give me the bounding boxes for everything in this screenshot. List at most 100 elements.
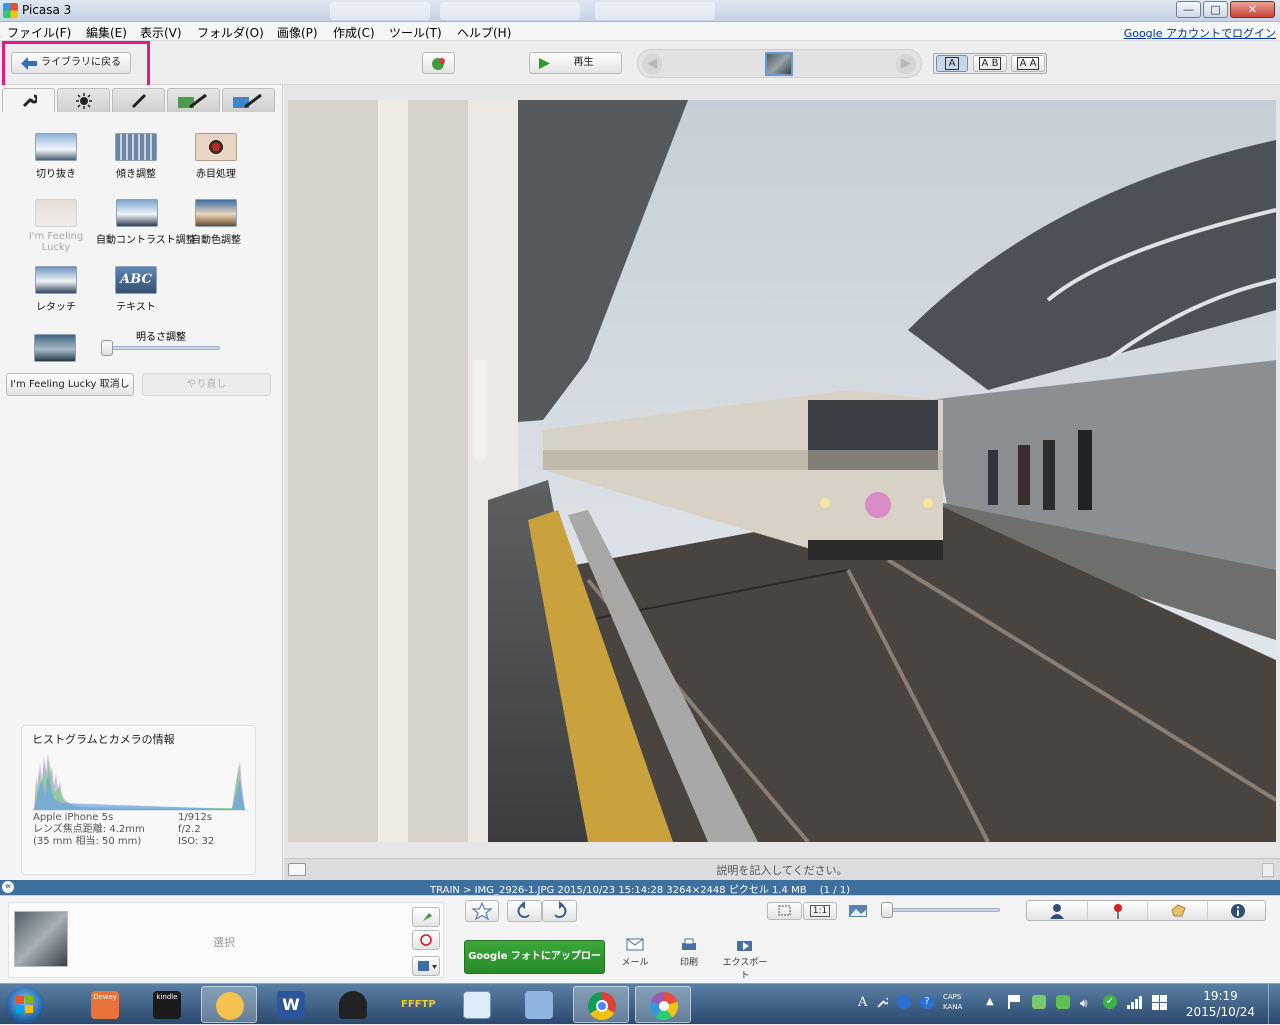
start-button[interactable] — [6, 987, 44, 1023]
brightness-slider-track[interactable] — [101, 346, 220, 350]
taskbar-word[interactable]: W — [263, 986, 319, 1023]
focal-length: レンズ焦点距離: 4.2mm — [33, 824, 145, 835]
menu-folder[interactable]: フォルダ(O) — [197, 24, 264, 41]
next-photo-arrow-icon[interactable]: ▶ — [896, 54, 916, 74]
minimize-button[interactable]: — — [1176, 1, 1201, 18]
menu-edit[interactable]: 編集(E) — [86, 24, 127, 41]
hold-button[interactable] — [412, 907, 440, 927]
tab-effects-3[interactable] — [222, 88, 275, 112]
tab-basic-fixes[interactable] — [2, 88, 55, 112]
selection-label: 選択 — [213, 936, 235, 949]
tray-expand-icon[interactable]: ▲ — [986, 996, 994, 1007]
rotate-right-button[interactable] — [542, 900, 577, 922]
caption-bar: 説明を記入してください。 — [284, 858, 1280, 880]
view-compare-button[interactable]: A B — [973, 55, 1007, 72]
geotag-button[interactable] — [422, 52, 455, 74]
printer-icon — [682, 938, 696, 950]
zoom-slider-track[interactable] — [881, 908, 1000, 912]
show-desktop-button[interactable] — [1268, 984, 1280, 1025]
prev-photo-arrow-icon[interactable]: ◀ — [642, 54, 662, 74]
close-button[interactable]: ✕ — [1230, 1, 1275, 18]
auto-color-tool[interactable]: 自動色調整 — [176, 199, 256, 246]
tray-check-icon[interactable]: ✓ — [1103, 995, 1117, 1009]
mail-button[interactable]: メール — [620, 938, 650, 968]
tags-button[interactable] — [1147, 901, 1207, 920]
tray-settings-icon[interactable] — [876, 995, 890, 1009]
places-button[interactable] — [1087, 901, 1147, 920]
status-bar: « TRAIN > IMG_2926-1.JPG 2015/10/23 15:1… — [0, 880, 1280, 896]
taskbar-ffftp[interactable]: FFFTP — [387, 986, 443, 1023]
auto-contrast-tool[interactable]: 自動コントラスト調整 — [96, 199, 196, 246]
action-center-flag-icon[interactable] — [1008, 995, 1022, 1009]
tray-network-share-icon[interactable] — [1032, 995, 1046, 1009]
ftp-icon: FFFTP — [401, 999, 436, 1010]
menu-file[interactable]: ファイル(F) — [7, 24, 71, 41]
taskbar-picasa[interactable] — [635, 986, 691, 1023]
help-icon[interactable]: ? — [920, 995, 934, 1009]
tab-effects-1[interactable] — [112, 88, 165, 112]
print-button[interactable]: 印刷 — [674, 938, 704, 968]
background-window-tab — [330, 2, 430, 20]
ime-mode-indicator[interactable]: A — [858, 995, 867, 1010]
menu-tools[interactable]: ツール(T) — [389, 24, 442, 41]
clock[interactable]: 19:19 2015/10/24 — [1178, 988, 1263, 1020]
selected-thumbnail[interactable] — [14, 911, 68, 967]
taskbar-smile[interactable] — [201, 986, 257, 1023]
volume-icon[interactable]: 🔊︎ — [1080, 996, 1088, 1011]
tab-tuning[interactable] — [57, 88, 110, 112]
tray-globe-icon[interactable] — [897, 995, 911, 1009]
view-single-button[interactable]: A — [936, 55, 968, 72]
taskbar-paint[interactable] — [449, 986, 505, 1023]
undo-lucky-button[interactable]: I'm Feeling Lucky 取消し — [6, 373, 134, 396]
google-login-link[interactable]: Google アカウントでログイン — [1124, 25, 1276, 41]
globe-pin-icon — [432, 58, 445, 70]
taskbar-dewey[interactable]: Dewey — [77, 986, 133, 1023]
redeye-tool[interactable]: 赤目処理 — [176, 133, 256, 180]
shutter-speed: 1/912s — [178, 812, 213, 823]
edit-panel: 切り抜き 傾き調整 赤目処理 I'm Feeling Lucky 自動コントラス… — [0, 85, 283, 880]
tab-effects-2[interactable] — [167, 88, 220, 112]
wifi-signal-icon[interactable] — [1127, 995, 1143, 1009]
upload-button[interactable]: Google フォトにアップロード — [464, 940, 605, 994]
zoom-slider-knob[interactable] — [881, 902, 893, 918]
slideshow-play-button[interactable]: 再生 — [529, 52, 622, 74]
rotate-left-button[interactable] — [507, 900, 542, 922]
text-tool[interactable]: ABC テキスト — [96, 266, 176, 313]
title-bar: Picasa 3 — □ ✕ — [0, 0, 1280, 22]
trash-icon[interactable] — [1262, 863, 1274, 877]
star-icon — [471, 901, 493, 921]
people-button[interactable] — [1027, 901, 1087, 920]
menu-help[interactable]: ヘルプ(H) — [457, 24, 511, 41]
caps-kana-indicator: CAPS KANA — [943, 993, 963, 1011]
star-button[interactable] — [465, 900, 499, 922]
edit-tabs — [0, 85, 283, 113]
retouch-tool[interactable]: レタッチ — [16, 266, 96, 313]
person-icon — [1050, 904, 1064, 919]
clear-selection-button[interactable] — [412, 930, 440, 950]
taskbar-kindle[interactable]: kindle — [139, 986, 195, 1023]
menu-picture[interactable]: 画像(P) — [277, 24, 318, 41]
menu-view[interactable]: 表示(V) — [140, 24, 182, 41]
crop-tool[interactable]: 切り抜き — [16, 133, 96, 180]
brightness-slider-knob[interactable] — [101, 340, 113, 356]
add-to-album-button[interactable] — [412, 956, 440, 976]
caption-input[interactable]: 説明を記入してください。 — [284, 862, 1280, 878]
view-before-after-button[interactable]: A A — [1011, 55, 1045, 72]
filmstrip-thumbnail[interactable] — [765, 52, 793, 76]
main-photo[interactable] — [288, 100, 1276, 842]
taskbar-chrome[interactable] — [573, 986, 629, 1023]
export-button[interactable]: エクスポート — [720, 938, 770, 981]
redo-button: やり直し — [142, 373, 271, 396]
taskbar-notepad[interactable] — [511, 986, 567, 1023]
straighten-icon — [115, 133, 157, 161]
tray-sync-icon[interactable] — [1056, 995, 1070, 1009]
maximize-button[interactable]: □ — [1203, 1, 1228, 18]
histogram-title: ヒストグラムとカメラの情報 — [32, 733, 175, 746]
straighten-tool[interactable]: 傾き調整 — [96, 133, 176, 180]
windows-tray-logo-icon[interactable] — [1152, 995, 1168, 1011]
taskbar-inkscape[interactable] — [325, 986, 381, 1023]
menu-create[interactable]: 作成(C) — [333, 24, 375, 41]
fit-to-window-button[interactable] — [767, 902, 802, 920]
info-button[interactable] — [1207, 901, 1267, 920]
actual-size-button[interactable]: 1:1 — [803, 902, 837, 920]
